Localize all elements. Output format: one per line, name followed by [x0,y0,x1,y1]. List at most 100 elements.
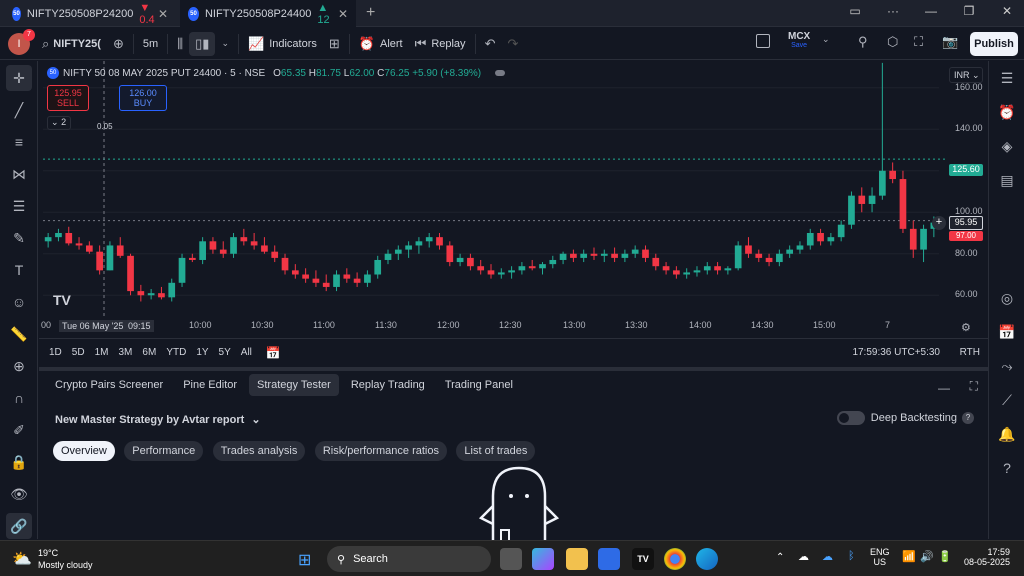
cloud-icon[interactable]: ☁ [798,550,809,563]
undo-icon[interactable]: ↶ [479,32,502,56]
lock-drawing-icon[interactable]: ✐ [6,417,32,443]
tradingview-app-icon[interactable]: TV [632,548,654,570]
alert-button[interactable]: ⏰ Alert [353,32,409,56]
windows-start-icon[interactable]: ⊞ [298,550,311,570]
eye-icon[interactable]: 👁 [6,481,32,507]
chevron-down-icon[interactable]: ⌄ [822,34,830,45]
chat-icon[interactable]: ▤ [994,167,1020,193]
target-icon[interactable]: ◎ [994,285,1020,311]
minimize-icon[interactable]: — [916,4,946,22]
link-icon[interactable]: 🔗 [6,513,32,539]
maximize-icon[interactable]: ❐ [954,4,984,22]
more-icon[interactable]: ··· [878,4,908,22]
chevron-down-icon[interactable]: ⌄ [215,32,235,56]
collapse-indicators-button[interactable]: ⌄ 2 [47,116,71,130]
alerts-clock-icon[interactable]: ⏰ [994,99,1020,125]
volume-icon[interactable]: 🔊 [920,550,934,563]
wifi-icon[interactable]: 📶 [902,550,916,563]
battery-icon[interactable]: 🔋 [938,550,952,563]
compare-button[interactable]: ⊕ [107,32,130,56]
tab-strategy-tester[interactable]: Strategy Tester [249,374,339,396]
store-icon[interactable] [598,548,620,570]
settings-icon[interactable]: ⚙ [961,321,971,334]
toggle-switch[interactable] [836,411,865,425]
subtab-performance[interactable]: Performance [124,441,204,461]
horizontal-lines-icon[interactable]: ≡ [6,129,32,155]
chrome-icon[interactable] [664,548,686,570]
range-all[interactable]: All [241,347,252,358]
candles-icon[interactable]: ▯▮ [189,31,216,56]
weather-icon[interactable]: ⛅ [12,549,32,569]
templates-icon[interactable]: ⊞ [323,32,346,56]
browser-tab-2[interactable]: 50 NIFTY250508P24400 ▲ 12 ✕ [180,0,356,27]
exchange-button[interactable]: MCX Save [788,31,810,49]
deep-backtesting-toggle[interactable]: Deep Backtesting ? [836,411,974,425]
tray-chevron-icon[interactable]: ⌃ [776,552,784,563]
avatar[interactable]: I 7 [8,28,35,55]
chart-pane[interactable]: 50 NIFTY 50 08 MAY 2025 PUT 24400 · 5 · … [39,61,988,337]
redo-icon[interactable]: ↷ [501,32,524,56]
calendar-icon[interactable]: 📅 [266,346,281,360]
publish-button[interactable]: Publish [970,32,1018,56]
range-1m[interactable]: 1M [95,347,109,358]
range-5d[interactable]: 5D [72,347,85,358]
emoji-icon[interactable]: ☺ [6,289,32,315]
language-indicator[interactable]: ENG US [870,547,890,567]
tab-replay-trading[interactable]: Replay Trading [343,374,433,396]
magnet-icon[interactable]: ∩ [6,385,32,411]
clock-label[interactable]: 17:59:36 UTC+5:30 [852,347,940,358]
tab-crypto-pairs-screener[interactable]: Crypto Pairs Screener [47,374,171,396]
file-explorer-icon[interactable] [566,548,588,570]
minimize-panel-icon[interactable]: — [938,381,950,395]
strategy-selector[interactable]: New Master Strategy by Avtar report ⌄ [55,413,261,426]
indicators-button[interactable]: 📈 Indicators [242,32,323,56]
interval-button[interactable]: 5m [137,32,164,56]
ruler-icon[interactable]: 📏 [6,321,32,347]
layers-icon[interactable]: ◈ [994,133,1020,159]
browser-tab-1[interactable]: 50 NIFTY250508P24200 ▼ 0.4 ✕ [4,0,176,27]
buy-button[interactable]: 126.00 BUY [119,85,167,111]
copilot-icon[interactable] [532,548,554,570]
subtab-risk-ratios[interactable]: Risk/performance ratios [314,441,447,461]
range-ytd[interactable]: YTD [166,347,186,358]
task-view-icon[interactable] [500,548,522,570]
taskbar-search[interactable]: ⚲ Search [327,546,491,572]
add-alert-icon[interactable]: + [932,216,946,230]
close-icon[interactable]: ✕ [158,7,168,21]
bar-style-icon[interactable]: ⫼ [171,32,189,56]
subtab-overview[interactable]: Overview [53,441,115,461]
camera-icon[interactable]: 📷 [942,34,958,50]
tab-pine-editor[interactable]: Pine Editor [175,374,245,396]
legend-toggle-icon[interactable] [495,70,506,76]
pattern-icon[interactable]: ⋈ [6,161,32,187]
range-1y[interactable]: 1Y [196,347,208,358]
range-5y[interactable]: 5Y [219,347,231,358]
crosshair-icon[interactable]: ✛ [6,65,32,91]
close-icon[interactable]: ✕ [338,7,348,21]
calendar-icon[interactable]: 📅 [994,319,1020,345]
new-tab-button[interactable]: + [366,4,375,22]
chart-pattern-icon[interactable]: ⟋ [994,387,1020,413]
trendline-icon[interactable]: ╱ [6,97,32,123]
clock[interactable]: 17:59 08-05-2025 [960,547,1010,567]
flow-icon[interactable]: ⤳ [994,353,1020,379]
fullscreen-icon[interactable]: ⛶ [914,34,923,50]
layout-icon[interactable] [756,34,770,48]
replay-button[interactable]: ⏮ Replay [409,32,472,56]
session-label[interactable]: RTH [960,347,980,358]
quick-search-icon[interactable]: ⚲ [858,34,868,50]
edge-icon[interactable] [696,548,718,570]
maximize-panel-icon[interactable]: ⛶ [970,379,978,394]
range-1d[interactable]: 1D [49,347,62,358]
window-close-icon[interactable]: ✕ [992,4,1022,22]
settings-icon[interactable]: ⬡ [887,34,898,50]
tab-trading-panel[interactable]: Trading Panel [437,374,521,396]
currency-selector[interactable]: INR ⌄ [949,67,983,83]
bluetooth-icon[interactable]: ᛒ [848,550,855,562]
notifications-icon[interactable]: 🔔 [994,421,1020,447]
watchlist-icon[interactable]: ☰ [994,65,1020,91]
fib-icon[interactable]: ☰ [6,193,32,219]
subtab-list-of-trades[interactable]: List of trades [456,441,536,461]
help-icon[interactable]: ? [994,455,1020,481]
sell-button[interactable]: 125.95 SELL [47,85,89,111]
